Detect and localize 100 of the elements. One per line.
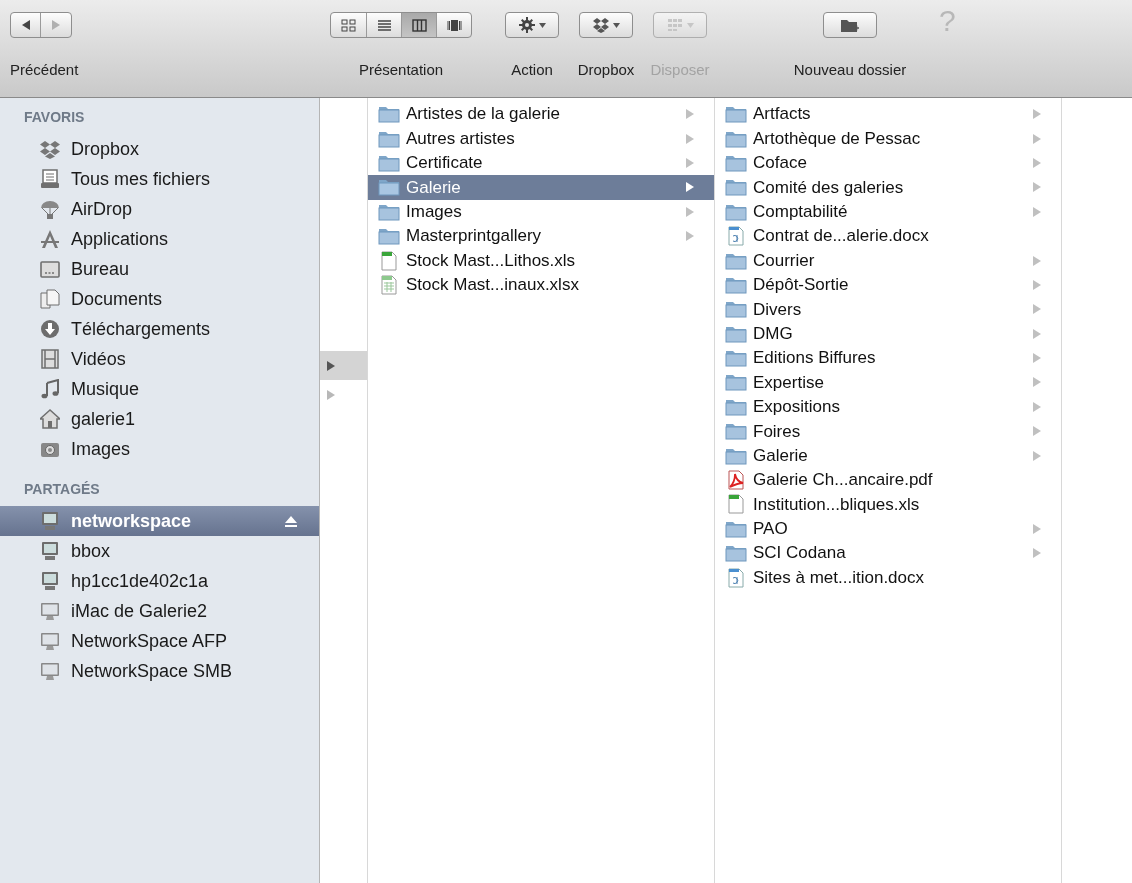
monitor-icon bbox=[40, 541, 60, 561]
sidebar-item[interactable]: Documents bbox=[0, 284, 319, 314]
disclosure-arrow-icon bbox=[1033, 133, 1041, 144]
disclosure-arrow-icon bbox=[686, 231, 694, 242]
toolbar-label: Action bbox=[511, 61, 553, 79]
sidebar-item[interactable]: NetworkSpace AFP bbox=[0, 626, 319, 656]
column-row[interactable] bbox=[320, 351, 367, 380]
column-row[interactable]: Comptabilité bbox=[715, 199, 1061, 224]
view-mode-button[interactable] bbox=[401, 13, 436, 37]
film-icon bbox=[40, 349, 60, 369]
house-icon bbox=[40, 409, 60, 429]
sidebar-item[interactable]: galerie1 bbox=[0, 404, 319, 434]
dropbox-icon bbox=[40, 139, 60, 159]
column-row[interactable]: Foires bbox=[715, 419, 1061, 444]
folder-icon bbox=[378, 129, 400, 148]
column-row[interactable]: Stock Mast...inaux.xlsx bbox=[368, 272, 714, 298]
column-row[interactable]: Masterprintgallery bbox=[368, 223, 714, 249]
folder-icon bbox=[725, 153, 747, 172]
download-icon bbox=[40, 319, 60, 339]
disclosure-arrow-icon bbox=[1033, 377, 1041, 388]
monitor-icon bbox=[40, 511, 60, 531]
desktop-icon bbox=[40, 259, 60, 279]
sidebar-item[interactable]: NetworkSpace SMB bbox=[0, 656, 319, 686]
folder-plus-icon bbox=[840, 17, 860, 33]
sidebar-item[interactable]: Téléchargements bbox=[0, 314, 319, 344]
column-row[interactable]: Courrier bbox=[715, 248, 1061, 273]
view-segmented-control[interactable] bbox=[330, 12, 472, 38]
toolbar-label: Nouveau dossier bbox=[793, 61, 907, 79]
toolbar-label: Dropbox bbox=[577, 61, 635, 79]
sidebar-item[interactable]: Applications bbox=[0, 224, 319, 254]
sidebar-item[interactable]: Images bbox=[0, 434, 319, 464]
column-row[interactable]: Sites à met...ition.docx bbox=[715, 565, 1061, 590]
disclosure-arrow-icon bbox=[686, 109, 694, 120]
folder-icon bbox=[378, 202, 400, 221]
folder-icon bbox=[725, 519, 747, 538]
disclosure-arrow-icon bbox=[686, 182, 694, 193]
sidebar-item[interactable]: Bureau bbox=[0, 254, 319, 284]
disclosure-arrow-icon bbox=[1033, 109, 1041, 120]
folder-icon bbox=[725, 422, 747, 441]
spreadsheet-icon bbox=[725, 494, 747, 515]
grid-icon bbox=[666, 17, 683, 33]
disclosure-arrow-icon bbox=[1033, 304, 1041, 315]
columns-view-icon bbox=[411, 18, 427, 32]
column-row[interactable]: Coface bbox=[715, 150, 1061, 176]
sidebar-item[interactable]: Dropbox bbox=[0, 134, 319, 164]
disclosure-arrow-icon bbox=[1033, 548, 1041, 559]
column-row[interactable]: Artothèque de Pessac bbox=[715, 126, 1061, 151]
folder-icon bbox=[725, 324, 747, 343]
column-row[interactable]: Artistes de la galerie bbox=[368, 102, 714, 127]
column-row[interactable]: Images bbox=[368, 199, 714, 224]
column-row[interactable]: Contrat de...alerie.docx bbox=[715, 223, 1061, 249]
column-row[interactable]: Stock Mast...Lithos.xls bbox=[368, 248, 714, 273]
cover-flow-icon bbox=[446, 18, 462, 32]
monitor-icon bbox=[40, 601, 60, 621]
column-row[interactable]: Expertise bbox=[715, 370, 1061, 395]
column-row[interactable]: Divers bbox=[715, 297, 1061, 322]
sidebar-item[interactable]: Musique bbox=[0, 374, 319, 404]
column-row[interactable]: Certificate bbox=[368, 150, 714, 176]
music-note-icon bbox=[40, 379, 60, 399]
column-row[interactable]: Editions Biffures bbox=[715, 345, 1061, 371]
column-row[interactable]: DMG bbox=[715, 321, 1061, 346]
icons-view-icon bbox=[341, 18, 356, 32]
folder-icon bbox=[725, 373, 747, 392]
folder-icon bbox=[725, 275, 747, 294]
disclosure-arrow-icon bbox=[1033, 157, 1041, 168]
action-menu-button[interactable] bbox=[505, 12, 559, 38]
disclosure-arrow-icon bbox=[1033, 353, 1041, 364]
folder-icon bbox=[725, 202, 747, 221]
caret-icon bbox=[612, 22, 620, 28]
column-row[interactable]: Galerie bbox=[368, 175, 714, 200]
column-row[interactable]: Autres artistes bbox=[368, 126, 714, 151]
disclosure-arrow-icon bbox=[1033, 328, 1041, 339]
navigation-segmented-control[interactable] bbox=[10, 12, 72, 38]
folder-icon bbox=[725, 349, 747, 368]
column-row[interactable]: Institution...bliques.xls bbox=[715, 492, 1061, 517]
sidebar-item[interactable]: networkspace bbox=[0, 506, 319, 536]
disclosure-arrow-icon bbox=[686, 206, 694, 217]
sidebar-item[interactable]: AirDrop bbox=[0, 194, 319, 224]
column-row[interactable]: SCI Codana bbox=[715, 541, 1061, 566]
sidebar-item[interactable]: bbox bbox=[0, 536, 319, 566]
forward-icon bbox=[51, 19, 61, 31]
sidebar-item[interactable]: iMac de Galerie2 bbox=[0, 596, 319, 626]
folder-icon bbox=[378, 153, 400, 172]
column-row[interactable]: PAO bbox=[715, 516, 1061, 542]
column-row[interactable]: Artfacts bbox=[715, 102, 1061, 127]
action-menu-button[interactable] bbox=[579, 12, 633, 38]
sidebar-item[interactable]: Vidéos bbox=[0, 344, 319, 374]
new-folder-button[interactable] bbox=[823, 12, 877, 38]
sidebar-item[interactable]: Tous mes fichiers bbox=[0, 164, 319, 194]
toolbar-label: Précédent bbox=[10, 61, 79, 79]
column-row[interactable]: Galerie Ch...ancaire.pdf bbox=[715, 467, 1061, 493]
sidebar-item[interactable]: hp1cc1de402c1a bbox=[0, 566, 319, 596]
column-row[interactable]: Expositions bbox=[715, 394, 1061, 420]
column-row[interactable]: Dépôt-Sortie bbox=[715, 272, 1061, 298]
column-row[interactable]: Comité des galeries bbox=[715, 175, 1061, 200]
column-row[interactable]: Galerie bbox=[715, 443, 1061, 468]
disclosure-arrow-icon bbox=[1033, 279, 1041, 290]
monitor-icon bbox=[40, 571, 60, 591]
disclosure-arrow-icon bbox=[1033, 255, 1041, 266]
pdf-icon bbox=[725, 470, 747, 491]
